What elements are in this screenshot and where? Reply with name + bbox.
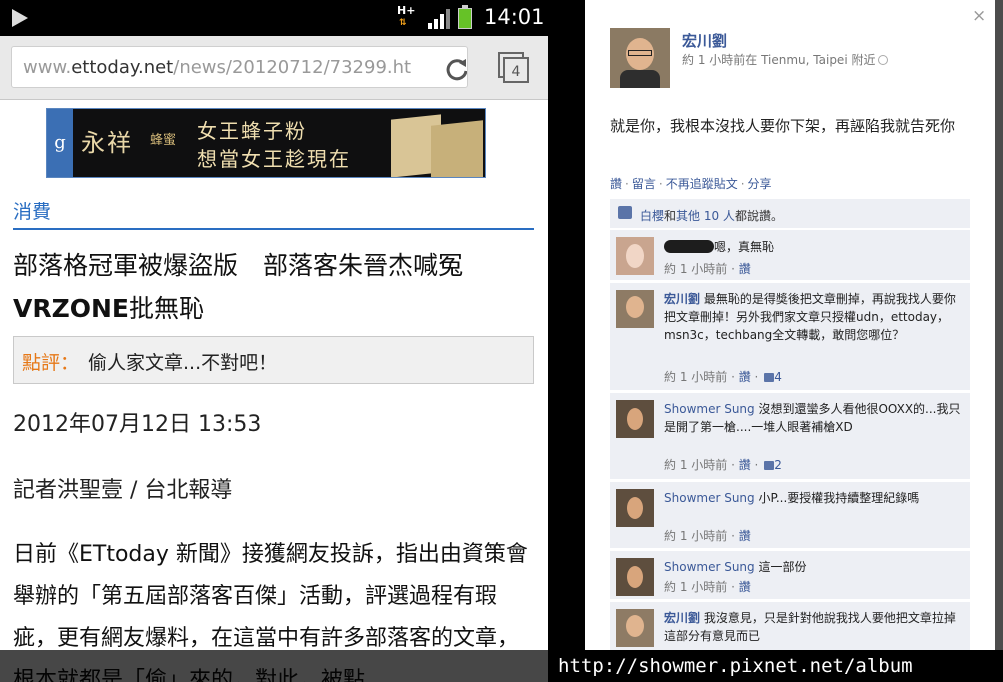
comment-author[interactable]: Showmer Sung [664, 491, 755, 505]
comment-meta: 約 1 小時前 · 讚 · 4 [664, 370, 782, 384]
comment-like-count[interactable]: 2 [774, 458, 782, 472]
page-edge [995, 0, 1003, 650]
url-path: /news/20120712/73299.ht [173, 57, 412, 78]
comment-meta: 約 1 小時前 · 讚 [664, 262, 751, 276]
comment-like-count[interactable]: 4 [774, 370, 782, 384]
reload-icon[interactable] [444, 56, 468, 82]
article-headline: 部落格冠軍被爆盜版 部落客朱晉杰喊冤 VRZONE批無恥 [13, 251, 489, 323]
avatar[interactable] [616, 489, 654, 527]
phone-screen: H+ ⇅ 14:01 www.ettoday.net/news/20120712/… [0, 0, 548, 682]
avatar[interactable] [616, 558, 654, 596]
comment-link[interactable]: 留言 [632, 177, 656, 191]
comment-text: 偷人家文章...不對吧！ [88, 352, 278, 374]
watermark-url: http://showmer.pixnet.net/album [548, 650, 1003, 682]
comment-item: 宏川劉 最無恥的是得獎後把文章刪掉，再說我找人要你把文章刪掉！另外我們家文章只授… [610, 283, 970, 390]
article-reporter: 記者洪聖壹 / 台北報導 [13, 478, 233, 503]
avatar[interactable] [616, 237, 654, 275]
thumbs-up-icon [764, 461, 775, 470]
comment-meta: 約 1 小時前 · 讚 [664, 580, 751, 594]
comment-text: 我沒意見，只是針對他說我找人要他把文章拉掉這部分有意見而已 [664, 611, 956, 643]
avatar[interactable] [610, 28, 670, 88]
network-type: H+ [397, 4, 416, 17]
gap [548, 0, 585, 650]
url-text: www.ettoday.net/news/20120712/73299.ht [23, 57, 412, 78]
comment-text: 這一部份 [758, 560, 807, 574]
thumbs-up-icon [764, 373, 775, 382]
comment-author[interactable]: 宏川劉 [664, 292, 700, 306]
ad-logo: g [47, 109, 73, 177]
comment-item: 宏川劉 我沒意見，只是針對他說我找人要他把文章拉掉這部分有意見而已 [610, 602, 970, 650]
thumbs-up-icon [618, 206, 632, 219]
battery-icon [458, 5, 472, 29]
comment-author[interactable]: Showmer Sung [664, 560, 755, 574]
ad-banner[interactable]: g 永祥 蜂蜜 女王蜂子粉 想當女王趁現在 [46, 108, 486, 178]
share-link[interactable]: 分享 [748, 177, 772, 191]
comment-text: 最無恥的是得獎後把文章刪掉，再說我找人要你把文章刪掉！另外我們家文章只授權udn… [664, 292, 956, 342]
play-icon [12, 9, 28, 27]
editor-comment-box: 點評： 偷人家文章...不對吧！ [13, 336, 534, 384]
comment-item: 嗯，真無恥 約 1 小時前 · 讚 [610, 230, 970, 280]
bottom-shade [0, 650, 548, 682]
post-text: 就是你，我根本沒找人要你下架，再誣陷我就告死你 [610, 117, 956, 135]
comment-author[interactable]: 宏川劉 [664, 611, 700, 625]
post-author[interactable]: 宏川劉 [682, 30, 727, 51]
post-actions: 讚 · 留言 · 不再追蹤貼文 · 分享 [610, 177, 772, 191]
likes-text: 白櫻和其他 10 人都說讚。 [640, 209, 783, 223]
comment-meta: 約 1 小時前 · 讚 [664, 529, 751, 543]
ad-product-box [431, 120, 483, 177]
comment-text: 嗯，真無恥 [714, 240, 775, 254]
globe-icon [878, 55, 889, 65]
unfollow-link[interactable]: 不再追蹤貼文 [666, 177, 738, 191]
url-host: ettoday.net [71, 57, 174, 78]
facebook-post-popup: × 宏川劉 約 1 小時前在 Tienmu, Taipei 附近 就是你，我根本… [585, 0, 995, 650]
ad-line-1: 女王蜂子粉 [197, 119, 307, 143]
avatar[interactable] [616, 290, 654, 328]
comment-item: Showmer Sung 小P...要授權我持續整理紀錄嗎 約 1 小時前 · … [610, 482, 970, 548]
ad-line-2: 想當女王趁現在 [197, 147, 351, 171]
comment-author[interactable]: Showmer Sung [664, 402, 755, 416]
comment-like-link[interactable]: 讚 [739, 262, 751, 276]
comment-like-link[interactable]: 讚 [739, 580, 751, 594]
comment-label: 點評： [22, 352, 80, 374]
status-bar: H+ ⇅ 14:01 [0, 0, 548, 36]
likes-summary: 白櫻和其他 10 人都說讚。 [610, 199, 970, 228]
redacted-name [664, 240, 714, 253]
ad-brand-sub: 蜂蜜 [150, 133, 177, 148]
comment-like-link[interactable]: 讚 [739, 370, 751, 384]
signal-icon [428, 9, 450, 29]
comment-item: Showmer Sung 沒想到還蠻多人看他很OOXX的...我只是開了第一槍.… [610, 393, 970, 479]
status-time: 14:01 [484, 5, 545, 29]
url-field[interactable]: www.ettoday.net/news/20120712/73299.ht [11, 46, 468, 88]
avatar[interactable] [616, 609, 654, 647]
comment-meta: 約 1 小時前 · 讚 · 2 [664, 458, 782, 472]
category-divider [13, 228, 534, 230]
browser-toolbar: www.ettoday.net/news/20120712/73299.ht 4 [0, 36, 548, 100]
like-link[interactable]: 讚 [610, 177, 622, 191]
comment-like-link[interactable]: 讚 [739, 458, 751, 472]
comment-item: Showmer Sung 這一部份 約 1 小時前 · 讚 [610, 551, 970, 599]
ad-brand: 永祥 [81, 129, 133, 157]
tab-count: 4 [512, 64, 521, 80]
tabs-icon[interactable]: 4 [498, 52, 530, 84]
comment-text: 小P...要授權我持續整理紀錄嗎 [758, 491, 920, 505]
network-indicator: H+ ⇅ [397, 4, 416, 28]
avatar[interactable] [616, 400, 654, 438]
comment-like-link[interactable]: 讚 [739, 529, 751, 543]
close-icon[interactable]: × [972, 6, 986, 26]
article-category[interactable]: 消費 [13, 197, 51, 224]
article-date: 2012年07月12日 13:53 [13, 412, 262, 437]
post-meta: 約 1 小時前在 Tienmu, Taipei 附近 [682, 51, 889, 68]
